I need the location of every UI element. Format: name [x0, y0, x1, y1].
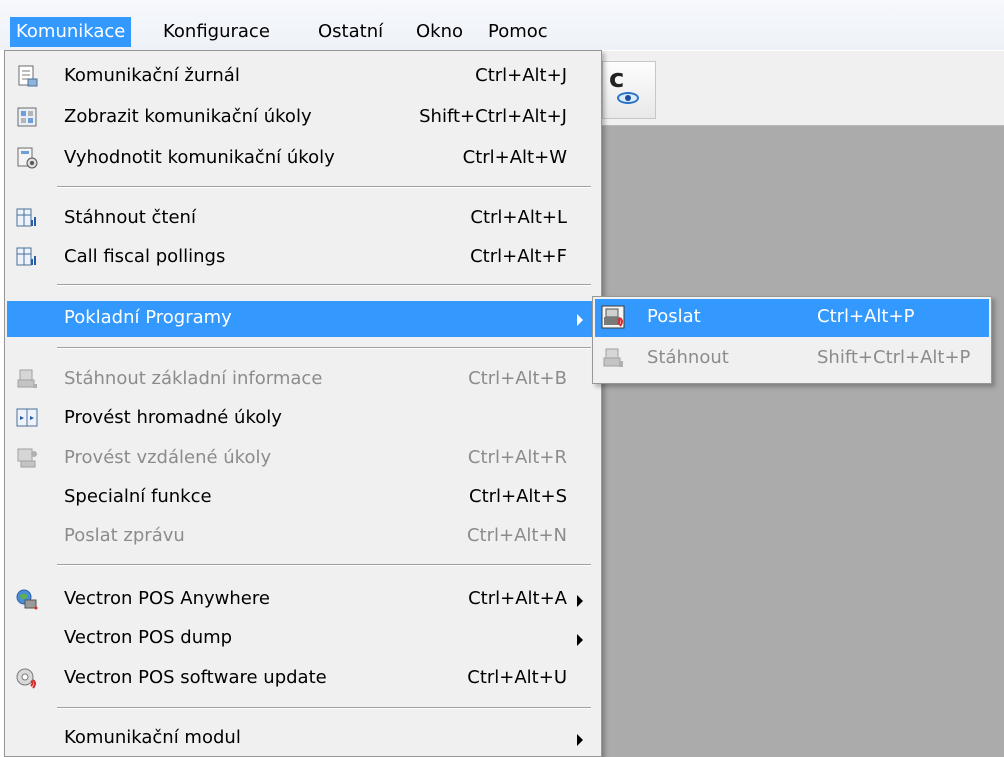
menu-item-label: Pokladní Programy — [64, 307, 232, 328]
remote-tasks-icon — [17, 448, 37, 468]
submenu-item-label: Poslat — [647, 306, 701, 327]
menu-item-label: Vyhodnotit komunikační úkoly — [64, 147, 335, 168]
eye-icon — [617, 92, 639, 104]
menu-item-komunikacni-zurnal[interactable]: Komunikační žurnál Ctrl+Alt+J — [7, 59, 599, 95]
submenu-item-stahnout[interactable]: Stáhnout Shift+Ctrl+Alt+P — [595, 340, 989, 378]
menu-item-shortcut: Ctrl+Alt+W — [462, 147, 567, 168]
pos-anywhere-icon — [16, 589, 38, 610]
menu-separator — [57, 347, 591, 349]
menu-item-stahnout-cteni[interactable]: Stáhnout čtení Ctrl+Alt+L — [7, 201, 599, 237]
menu-item-vectron-pos-dump[interactable]: Vectron POS dump — [7, 621, 599, 657]
menu-bar: Komunikace Konfigurace Ostatní Okno Pomo… — [0, 0, 1004, 50]
menu-item-label: Zobrazit komunikační úkoly — [64, 106, 312, 127]
menu-item-label: Vectron POS Anywhere — [64, 588, 270, 609]
menu-item-label: Komunikační modul — [64, 727, 241, 748]
menu-item-label: Stáhnout základní informace — [64, 368, 323, 389]
komunikace-menu: Komunikační žurnál Ctrl+Alt+J Zobrazit k… — [4, 50, 602, 757]
toolbar-view-button[interactable]: c — [602, 61, 656, 119]
submenu-arrow-icon — [577, 634, 583, 646]
menu-item-shortcut: Ctrl+Alt+F — [470, 246, 567, 267]
menu-item-call-fiscal-pollings[interactable]: Call fiscal pollings Ctrl+Alt+F — [7, 240, 599, 276]
menu-item-label: Provést hromadné úkoly — [64, 407, 282, 428]
menu-item-zobrazit-ukoly[interactable]: Zobrazit komunikační úkoly Shift+Ctrl+Al… — [7, 100, 599, 136]
menu-item-label: Call fiscal pollings — [64, 246, 226, 267]
menubar-pomoc[interactable]: Pomoc — [482, 17, 554, 47]
menubar-komunikace[interactable]: Komunikace — [10, 17, 132, 47]
menu-item-label: Vectron POS dump — [64, 627, 233, 648]
bulk-tasks-icon — [16, 408, 38, 427]
menu-separator — [57, 284, 591, 286]
software-update-icon — [16, 668, 36, 689]
submenu-arrow-icon — [577, 314, 583, 326]
menubar-okno[interactable]: Okno — [410, 17, 469, 47]
menu-item-label: Vectron POS software update — [64, 667, 327, 688]
menu-item-vectron-pos-anywhere[interactable]: Vectron POS Anywhere Ctrl+Alt+A — [7, 582, 599, 618]
menu-item-provest-hromadne-ukoly[interactable]: Provést hromadné úkoly — [7, 401, 599, 437]
pokladni-programy-submenu: Poslat Ctrl+Alt+P Stáhnout Shift+Ctrl+Al… — [592, 296, 992, 384]
tasks-view-icon — [17, 107, 37, 127]
menu-item-shortcut: Ctrl+Alt+L — [470, 207, 567, 228]
menu-item-shortcut: Shift+Ctrl+Alt+J — [419, 106, 567, 127]
submenu-arrow-icon — [577, 595, 583, 607]
send-program-icon — [601, 305, 625, 329]
menu-item-vyhodnotit-ukoly[interactable]: Vyhodnotit komunikační úkoly Ctrl+Alt+W — [7, 141, 599, 177]
menu-item-shortcut: Ctrl+Alt+B — [468, 368, 567, 389]
basic-info-icon — [17, 369, 37, 388]
menu-separator — [57, 707, 591, 709]
menu-item-shortcut: Ctrl+Alt+R — [467, 447, 567, 468]
submenu-item-poslat[interactable]: Poslat Ctrl+Alt+P — [595, 299, 989, 337]
toolbar: c — [600, 51, 1004, 126]
menu-item-shortcut: Ctrl+Alt+N — [466, 525, 567, 546]
submenu-item-label: Stáhnout — [647, 347, 729, 368]
workspace — [600, 126, 1004, 757]
menu-item-shortcut: Ctrl+Alt+S — [469, 486, 567, 507]
menubar-konfigurace[interactable]: Konfigurace — [157, 17, 276, 47]
menu-item-specialni-funkce[interactable]: Specialní funkce Ctrl+Alt+S — [7, 480, 599, 516]
menu-item-shortcut: Ctrl+Alt+A — [468, 588, 567, 609]
menu-separator — [57, 564, 591, 566]
submenu-item-shortcut: Ctrl+Alt+P — [817, 306, 915, 327]
tasks-evaluate-icon — [17, 147, 38, 169]
menubar-ostatni[interactable]: Ostatní — [312, 17, 389, 47]
menu-item-label: Komunikační žurnál — [64, 65, 240, 86]
menu-item-komunikacni-modul[interactable]: Komunikační modul — [7, 721, 599, 757]
menu-item-label: Stáhnout čtení — [64, 207, 196, 228]
menu-item-stahnout-zakladni-informace[interactable]: Stáhnout základní informace Ctrl+Alt+B — [7, 362, 599, 398]
menu-separator — [57, 186, 591, 188]
menu-item-label: Poslat zprávu — [64, 525, 185, 546]
menu-item-shortcut: Ctrl+Alt+U — [467, 667, 567, 688]
download-program-icon — [603, 348, 623, 367]
menu-item-label: Specialní funkce — [64, 486, 212, 507]
menu-item-provest-vzdalene-ukoly[interactable]: Provést vzdálené úkoly Ctrl+Alt+R — [7, 441, 599, 477]
submenu-arrow-icon — [577, 734, 583, 746]
submenu-item-shortcut: Shift+Ctrl+Alt+P — [817, 347, 971, 368]
toolbar-button-letter: c — [609, 64, 625, 94]
readings-icon — [16, 208, 36, 227]
journal-icon — [18, 65, 38, 87]
menu-item-poslat-zpravu[interactable]: Poslat zprávu Ctrl+Alt+N — [7, 519, 599, 555]
fiscal-icon — [16, 247, 36, 266]
menu-item-shortcut: Ctrl+Alt+J — [475, 65, 567, 86]
app-area: c — [600, 51, 1004, 757]
menu-item-label: Provést vzdálené úkoly — [64, 447, 272, 468]
menu-item-vectron-pos-software-update[interactable]: Vectron POS software update Ctrl+Alt+U — [7, 661, 599, 697]
menu-item-pokladni-programy[interactable]: Pokladní Programy — [7, 301, 599, 337]
